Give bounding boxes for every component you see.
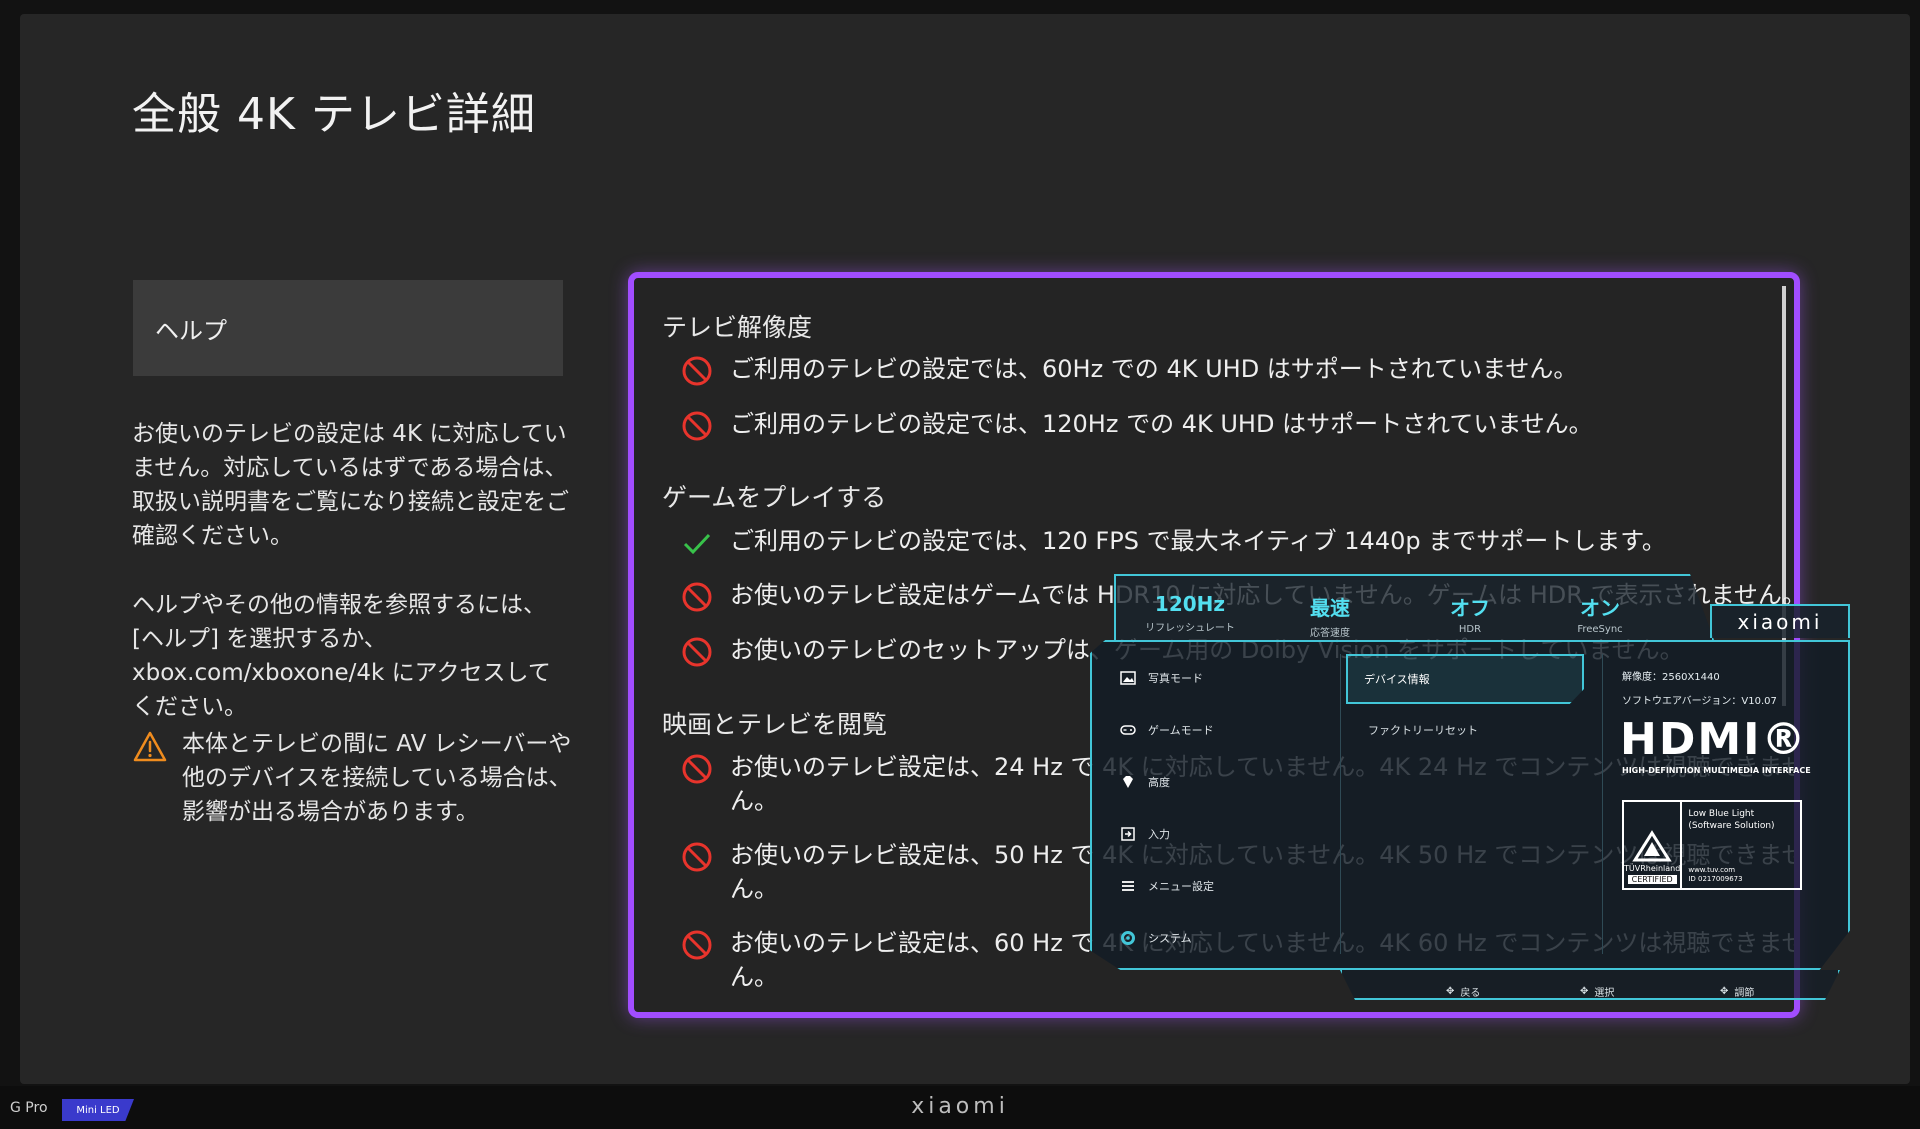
diamond-icon: [1123, 776, 1133, 788]
description-text: お使いのテレビの設定は 4K に対応していません。対応しているはずである場合は、…: [132, 421, 569, 549]
model-label: G Pro: [10, 1100, 48, 1116]
item-text: ご利用のテレビの設定では、60Hz での 4K UHD はサポートされていません…: [730, 355, 1578, 383]
osd-menu-photo-mode[interactable]: 写真モード: [1120, 670, 1203, 686]
osd-device-info-item[interactable]: デバイス情報: [1346, 654, 1584, 704]
help-button-label: ヘルプ: [155, 316, 227, 345]
osd-divider: [1602, 654, 1603, 954]
image-icon: [1120, 671, 1136, 685]
page-title: 全般 4K テレビ詳細: [132, 89, 536, 140]
osd-stat-hdr: オフ HDR: [1450, 596, 1490, 635]
hdmi-logo: HDMI®: [1620, 714, 1808, 765]
osd-menu-system[interactable]: システム: [1120, 930, 1192, 946]
prohibited-icon: [682, 754, 712, 784]
tuv-logo: TÜVRheinland CERTIFIED: [1624, 802, 1683, 888]
section-movies-tv: 映画とテレビを閲覧: [662, 710, 888, 739]
monitor-osd: 120Hz リフレッシュレート 最速 応答速度 オフ HDR オン FreeSync x…: [1090, 574, 1860, 1014]
osd-factory-reset[interactable]: ファクトリーリセット: [1368, 722, 1478, 738]
osd-menu-input[interactable]: 入力: [1120, 826, 1170, 842]
prohibited-icon: [682, 411, 712, 441]
section-play-games: ゲームをプレイする: [662, 483, 887, 512]
list-item: ご利用のテレビの設定では、120Hz での 4K UHD はサポートされていませ…: [680, 407, 1593, 443]
item-text: ご利用のテレビの設定では、120Hz での 4K UHD はサポートされていませ…: [730, 410, 1593, 438]
list-item: ご利用のテレビの設定では、120 FPS で最大ネイティブ 1440p までサポ…: [680, 524, 1666, 560]
prohibited-icon: [682, 842, 712, 872]
dpad-icon: ✥: [1720, 986, 1729, 997]
section-tv-resolution: テレビ解像度: [662, 313, 813, 342]
dpad-icon: ✥: [1580, 986, 1589, 997]
prohibited-icon: [682, 930, 712, 960]
menu-lines-icon: [1122, 881, 1134, 891]
osd-stat-response: 最速 応答速度: [1310, 596, 1350, 639]
warning-text: 本体とテレビの間に AV レシーバーや他のデバイスを接続している場合は、影響が出…: [182, 731, 572, 825]
mini-led-badge: Mini LED: [62, 1099, 134, 1121]
osd-brand-logo: xiaomi: [1710, 604, 1850, 638]
tuv-info: Low Blue Light (Software Solution) www.t…: [1688, 809, 1775, 883]
prohibited-icon: [682, 582, 712, 612]
tuv-certification-badge: TÜVRheinland CERTIFIED Low Blue Light (S…: [1622, 800, 1802, 890]
osd-menu-game-mode[interactable]: ゲームモード: [1120, 722, 1214, 738]
osd-stat-freesync: オン FreeSync: [1577, 596, 1623, 635]
osd-firmware-version: ソフトウエアバージョン：V10.07: [1622, 696, 1777, 707]
gear-icon: [1121, 931, 1135, 945]
input-icon: [1121, 827, 1135, 841]
osd-menu-settings[interactable]: メニュー設定: [1120, 878, 1214, 894]
osd-hint-adjust: ✥ 調節: [1720, 986, 1755, 999]
bezel-brand-logo: xiaomi: [911, 1094, 1009, 1119]
warning-triangle-icon: [133, 731, 167, 762]
hdmi-tagline: HIGH-DEFINITION MULTIMEDIA INTERFACE: [1622, 766, 1811, 775]
item-text: ご利用のテレビの設定では、120 FPS で最大ネイティブ 1440p までサポ…: [730, 527, 1666, 555]
gamepad-icon: [1120, 725, 1136, 735]
checkmark-icon: [683, 533, 711, 555]
osd-menu-advanced[interactable]: 高度: [1120, 774, 1170, 790]
help-info-text: ヘルプやその他の情報を参照するには、[ヘルプ] を選択するか、xbox.com/…: [132, 592, 551, 720]
prohibited-icon: [682, 637, 712, 667]
list-item: ご利用のテレビの設定では、60Hz での 4K UHD はサポートされていません…: [680, 352, 1577, 388]
osd-divider: [1340, 654, 1341, 954]
osd-resolution: 解像度：2560X1440: [1622, 672, 1720, 683]
av-receiver-warning: 本体とテレビの間に AV レシーバーや他のデバイスを接続している場合は、影響が出…: [132, 727, 572, 829]
osd-hint-select: ✥ 選択: [1580, 986, 1615, 999]
osd-hint-back: ✥ 戻る: [1446, 986, 1481, 999]
tuv-triangle-icon: [1632, 830, 1672, 862]
prohibited-icon: [682, 356, 712, 386]
dpad-icon: ✥: [1446, 986, 1455, 997]
osd-stat-refresh: 120Hz リフレッシュレート: [1145, 592, 1235, 634]
help-button[interactable]: ヘルプ: [133, 280, 563, 376]
